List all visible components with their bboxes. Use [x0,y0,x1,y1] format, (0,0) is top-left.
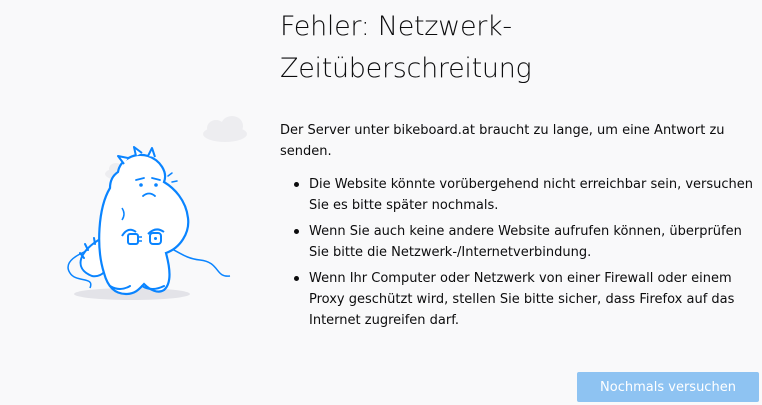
error-page: Fehler: Netzwerk- Zeitüberschreitung Der… [0,0,762,405]
list-item: Wenn Ihr Computer oder Netzwerk von eine… [294,268,758,331]
reason-text: Die Website könnte vorübergehend nicht e… [309,177,754,213]
page-title: Fehler: Netzwerk- Zeitüberschreitung [280,0,758,90]
title-line-2: Zeitüberschreitung [280,53,532,84]
unplugged-dino-icon [67,116,247,300]
reason-list: Die Website könnte vorübergehend nicht e… [280,174,758,331]
list-item: Wenn Sie auch keine andere Website aufru… [294,221,758,263]
reason-text: Wenn Sie auch keine andere Website aufru… [309,224,742,260]
bullet-icon [294,276,299,281]
cloud-icon [203,116,247,142]
error-description: Der Server unter bikeboard.at braucht zu… [280,123,725,159]
title-line-1: Fehler: Netzwerk- [280,11,512,42]
list-item: Die Website könnte vorübergehend nicht e… [294,174,758,216]
bullet-icon [294,229,299,234]
error-content: Fehler: Netzwerk- Zeitüberschreitung Der… [280,0,758,336]
retry-button[interactable]: Nochmals versuchen [577,372,759,402]
bullet-icon [294,182,299,187]
reason-text: Wenn Ihr Computer oder Netzwerk von eine… [309,271,735,328]
